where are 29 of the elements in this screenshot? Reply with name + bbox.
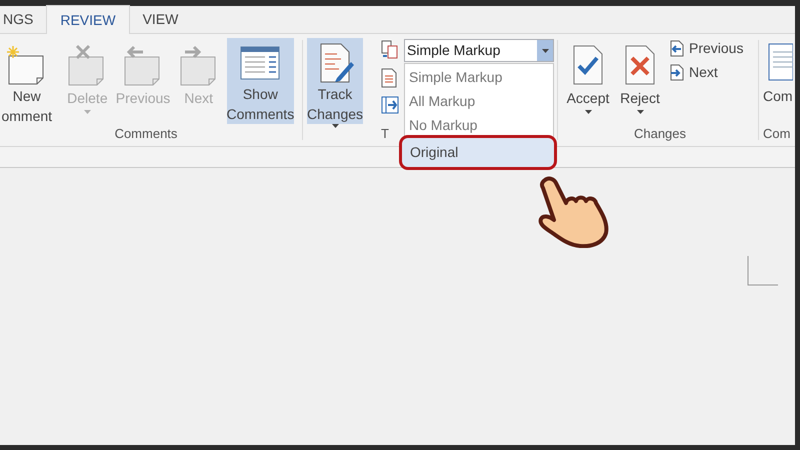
compare-documents-icon — [381, 40, 399, 60]
dropdown-option[interactable]: Simple Markup — [406, 65, 552, 89]
ribbon-button[interactable]: New omment — [1, 38, 52, 124]
ribbon-button[interactable]: Accept — [566, 38, 610, 124]
x-page-icon — [624, 44, 656, 86]
ribbon-tab[interactable]: NGS — [0, 5, 46, 33]
comments-pane-icon — [240, 46, 280, 80]
group-label: Comments — [114, 125, 178, 143]
ribbon-button[interactable]: Reject — [620, 38, 660, 124]
dropdown-option[interactable]: All Markup — [406, 89, 552, 113]
checkmark-page-icon — [572, 44, 604, 86]
ribbon-button[interactable]: Show Comments — [226, 38, 294, 124]
group-label: Com — [763, 124, 792, 142]
margin-corner-mark — [747, 256, 778, 286]
markup-dropdown[interactable]: Simple Markup — [404, 39, 554, 62]
ribbon-tab[interactable]: REVIEW — [46, 5, 130, 34]
next-change-button[interactable]: Next — [670, 62, 744, 82]
document-icon — [381, 68, 397, 88]
ribbon-tab[interactable]: VIEW — [130, 5, 192, 33]
previous-icon — [670, 40, 684, 56]
caret-icon — [542, 48, 548, 52]
next-icon — [670, 64, 684, 80]
group-label: Changes — [632, 125, 688, 143]
reviewing-pane-icon — [381, 96, 399, 114]
dropdown-option[interactable]: Original — [402, 138, 554, 167]
compare-button[interactable]: Com — [763, 42, 793, 106]
group-label: T — [381, 124, 390, 142]
previous-change-button[interactable]: Previous — [670, 38, 744, 58]
dropdown-option[interactable]: No Markup — [406, 113, 552, 137]
